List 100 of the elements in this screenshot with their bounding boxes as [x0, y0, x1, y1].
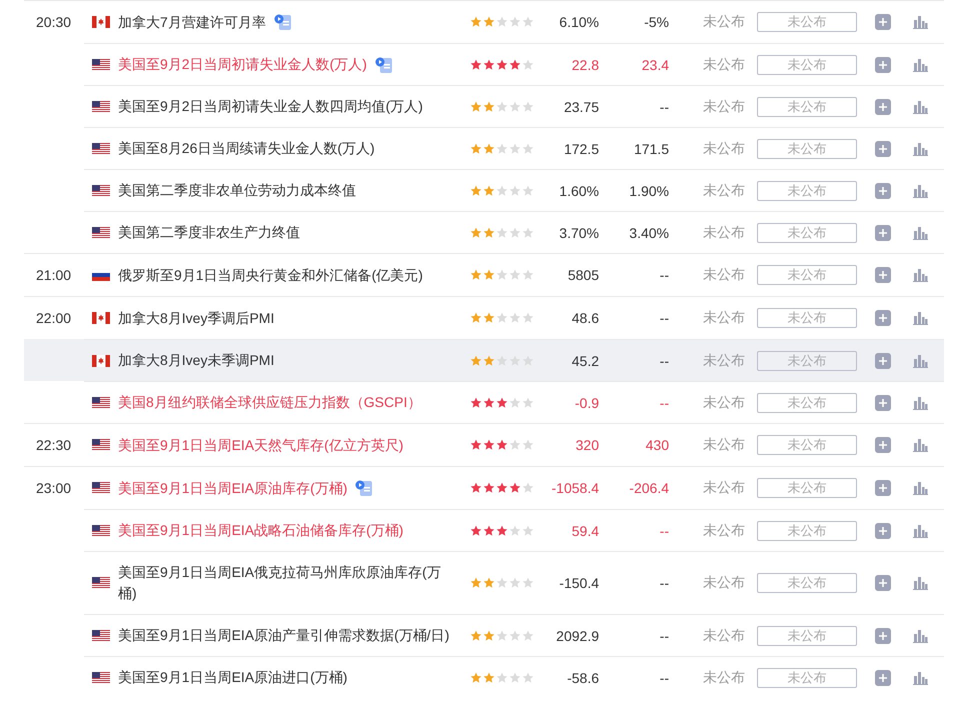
bar-chart-icon[interactable] — [913, 100, 928, 114]
plus-icon — [878, 578, 888, 588]
actual-value: 未公布 — [702, 479, 746, 497]
plus-icon — [878, 398, 888, 408]
actual-value: 未公布 — [702, 140, 746, 158]
usa-flag-icon — [92, 396, 110, 408]
event-time: 21:00 — [36, 267, 72, 283]
actual-value: 未公布 — [702, 224, 746, 242]
event-title[interactable]: 美国至9月1日当周EIA战略石油储备库存(万桶) — [118, 520, 404, 541]
event-title[interactable]: 美国8月纽约联储全球供应链压力指数（GSCPI） — [118, 392, 422, 413]
actual-value: 未公布 — [702, 436, 746, 454]
plus-icon — [878, 356, 888, 366]
bar-chart-icon[interactable] — [913, 576, 928, 590]
forecast-value: -- — [660, 98, 669, 114]
add-button[interactable] — [875, 98, 891, 114]
video-document-icon[interactable] — [374, 56, 393, 72]
event-title[interactable]: 加拿大8月Ivey季调后PMI — [118, 308, 274, 328]
actual-value-box: 未公布 — [757, 392, 857, 412]
forecast-value: -- — [660, 522, 669, 538]
event-title[interactable]: 俄罗斯至9月1日当周央行黄金和外汇储备(亿美元) — [118, 264, 423, 286]
add-button[interactable] — [875, 14, 891, 30]
usa-flag-icon — [92, 577, 110, 589]
bar-chart-icon[interactable] — [913, 354, 928, 368]
event-title[interactable]: 美国至9月1日当周EIA原油产量引伸需求数据(万桶/日) — [118, 625, 450, 646]
bar-chart-icon[interactable] — [913, 184, 928, 198]
event-title[interactable]: 美国至9月1日当周EIA俄克拉荷马州库欣原油库存(万桶) — [118, 562, 458, 604]
plus-icon — [878, 630, 888, 640]
actual-value-box: 未公布 — [757, 573, 857, 593]
actual-value: 未公布 — [702, 182, 746, 200]
video-document-icon[interactable] — [355, 480, 374, 496]
add-button[interactable] — [875, 267, 891, 283]
add-button[interactable] — [875, 140, 891, 156]
usa-flag-icon — [92, 184, 110, 196]
actual-value-box: 未公布 — [757, 435, 857, 455]
actual-value-box: 未公布 — [757, 626, 857, 646]
add-button[interactable] — [875, 394, 891, 410]
bar-chart-icon[interactable] — [913, 481, 928, 495]
bar-chart-icon[interactable] — [913, 311, 928, 325]
event-title[interactable]: 美国至9月1日当周EIA天然气库存(亿立方英尺) — [118, 434, 404, 456]
actual-value-box: 未公布 — [757, 12, 857, 32]
bar-chart-icon[interactable] — [913, 438, 928, 452]
bar-chart-icon[interactable] — [913, 15, 928, 29]
actual-value-box: 未公布 — [757, 138, 857, 158]
add-button[interactable] — [875, 670, 891, 686]
plus-icon — [878, 526, 888, 536]
forecast-value: -- — [660, 575, 669, 591]
add-button[interactable] — [875, 310, 891, 326]
event-title[interactable]: 美国至9月2日当周初请失业金人数(万人) — [118, 54, 367, 75]
event-title[interactable]: 加拿大7月营建许可月率 — [118, 12, 266, 32]
forecast-value: -206.4 — [629, 480, 669, 496]
plus-icon — [878, 228, 888, 238]
event-title[interactable]: 加拿大8月Ivey未季调PMI — [118, 350, 274, 371]
usa-flag-icon — [92, 439, 110, 451]
russia-flag-icon — [92, 269, 110, 281]
actual-value-box: 未公布 — [757, 96, 857, 116]
event-title[interactable]: 美国至9月1日当周EIA原油库存(万桶) — [118, 478, 348, 498]
add-button[interactable] — [875, 182, 891, 198]
usa-flag-icon — [92, 226, 110, 238]
add-button[interactable] — [875, 628, 891, 644]
previous-value: -1058.4 — [552, 480, 599, 496]
event-title[interactable]: 美国第二季度非农单位劳动力成本终值 — [118, 180, 356, 201]
bar-chart-icon[interactable] — [913, 396, 928, 410]
bar-chart-icon[interactable] — [913, 524, 928, 538]
forecast-value: 3.40% — [629, 224, 669, 240]
forecast-value: 430 — [646, 437, 669, 453]
actual-value: 未公布 — [702, 574, 746, 592]
usa-flag-icon — [92, 630, 110, 642]
bar-chart-icon[interactable] — [913, 268, 928, 282]
plus-icon — [878, 60, 888, 70]
canada-flag-icon — [92, 354, 110, 366]
plus-icon — [878, 270, 888, 280]
bar-chart-icon[interactable] — [913, 670, 928, 684]
actual-value: 未公布 — [702, 394, 746, 412]
add-button[interactable] — [875, 522, 891, 538]
actual-value: 未公布 — [702, 626, 746, 644]
event-title[interactable]: 美国至9月2日当周初请失业金人数四周均值(万人) — [118, 96, 423, 117]
previous-value: 22.8 — [572, 56, 599, 72]
add-button[interactable] — [875, 437, 891, 453]
actual-value: 未公布 — [702, 352, 746, 370]
actual-value: 未公布 — [702, 56, 746, 74]
event-title[interactable]: 美国至9月1日当周EIA原油进口(万桶) — [118, 667, 348, 688]
video-document-icon[interactable] — [274, 14, 292, 30]
add-button[interactable] — [875, 480, 891, 496]
event-title[interactable]: 美国至8月26日当周续请失业金人数(万人) — [118, 138, 375, 159]
previous-value: 48.6 — [572, 310, 599, 326]
add-button[interactable] — [875, 352, 891, 368]
usa-flag-icon — [92, 100, 110, 112]
add-button[interactable] — [875, 56, 891, 72]
actual-value: 未公布 — [702, 522, 746, 540]
actual-value: 未公布 — [702, 309, 746, 327]
bar-chart-icon[interactable] — [913, 226, 928, 240]
actual-value-box: 未公布 — [757, 350, 857, 370]
add-button[interactable] — [875, 224, 891, 240]
bar-chart-icon[interactable] — [913, 58, 928, 72]
add-button[interactable] — [875, 575, 891, 591]
event-time: 22:30 — [36, 437, 72, 453]
event-title[interactable]: 美国第二季度非农生产力终值 — [118, 222, 300, 243]
forecast-value: -5% — [644, 14, 669, 30]
bar-chart-icon[interactable] — [913, 628, 928, 642]
bar-chart-icon[interactable] — [913, 142, 928, 156]
